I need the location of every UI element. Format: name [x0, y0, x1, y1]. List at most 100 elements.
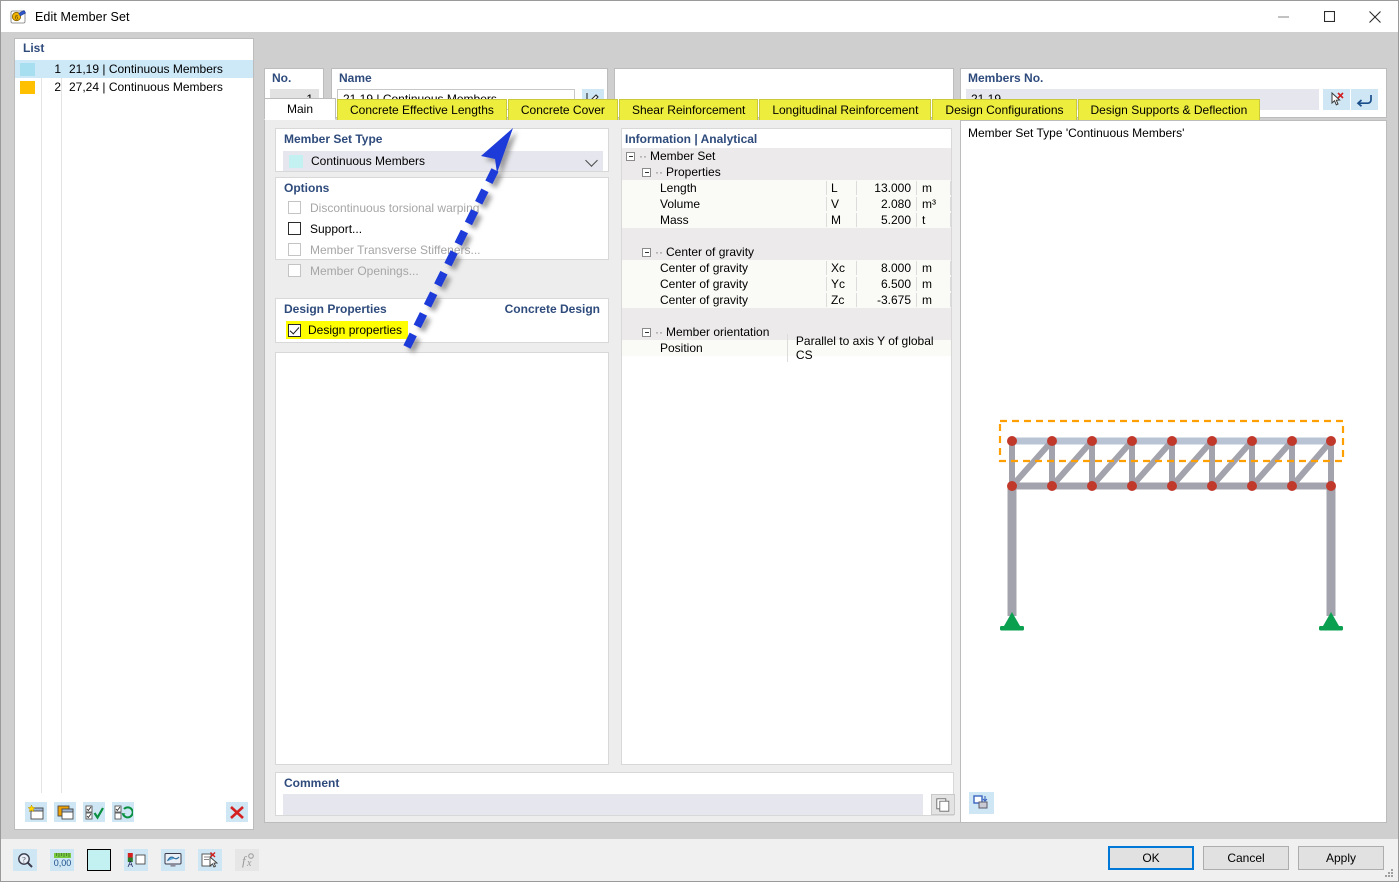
tree-row: Length L 13.000 m [622, 180, 951, 196]
comment-input[interactable] [283, 794, 923, 815]
apply-button[interactable]: Apply [1298, 846, 1384, 870]
design-properties-checkbox-label: Design properties [308, 323, 403, 337]
minimize-button[interactable] [1260, 1, 1306, 32]
title-bar: 6 Edit Member Set [1, 1, 1398, 32]
legend-icon[interactable]: A [124, 849, 148, 871]
copy-comment-icon[interactable] [931, 794, 955, 815]
list-toolbar [15, 795, 253, 829]
tree-row: Mass M 5.200 t [622, 212, 951, 228]
tree-root-row[interactable]: ·· Member Set [622, 148, 951, 164]
svg-text:?: ? [22, 856, 26, 865]
tree-row-symbol: Zc [826, 293, 856, 307]
comment-label: Comment [284, 776, 340, 790]
tree-row-value: 5.200 [856, 213, 916, 227]
view-settings-icon[interactable] [969, 792, 994, 814]
expander-icon[interactable] [642, 247, 651, 257]
members-field-label: Members No. [968, 71, 1044, 85]
ok-button[interactable]: OK [1108, 846, 1194, 870]
option-label: Discontinuous torsional warping [310, 200, 480, 215]
member-set-type-swatch [289, 154, 303, 168]
structure-preview[interactable] [962, 146, 1386, 786]
tab-shear-reinforcement[interactable]: Shear Reinforcement [618, 99, 759, 120]
checkbox-support[interactable] [288, 222, 301, 235]
list-item[interactable]: 1 21,19 | Continuous Members [15, 60, 253, 78]
tree-row-value: 2.080 [856, 197, 916, 211]
tree-row: Position Parallel to axis Y of global CS [622, 334, 951, 362]
checkbox-design-properties[interactable] [288, 323, 301, 337]
close-button[interactable] [1352, 1, 1398, 32]
tab-strip: Main Concrete Effective Lengths Concrete… [264, 98, 1387, 120]
display-icon[interactable] [161, 849, 185, 871]
tab-design-configurations[interactable]: Design Configurations [932, 99, 1077, 120]
number-field-label: No. [272, 71, 292, 85]
tree-row-symbol: M [826, 213, 856, 227]
tab-concrete-cover[interactable]: Concrete Cover [507, 99, 618, 120]
tree-group-label: Member orientation [666, 325, 770, 339]
bottom-bar: ? 0,00 A f x OK Cancel Apply [1, 838, 1398, 881]
tree-row-value: 13.000 [856, 181, 916, 195]
numeric-precision-icon[interactable]: 0,00 [50, 849, 74, 871]
new-item-icon[interactable] [25, 802, 47, 822]
tree-row: Volume V 2.080 m³ [622, 196, 951, 212]
expander-icon[interactable] [626, 151, 635, 161]
tab-longitudinal-reinforcement[interactable]: Longitudinal Reinforcement [759, 99, 932, 120]
cancel-button[interactable]: Cancel [1203, 846, 1289, 870]
window-controls [1260, 1, 1398, 32]
bottom-toolbar: ? 0,00 A f x [13, 849, 259, 871]
tree-group-center-of-gravity[interactable]: ·· Center of gravity [622, 244, 951, 260]
tab-concrete-effective-lengths[interactable]: Concrete Effective Lengths [337, 99, 507, 120]
zoom-info-icon[interactable]: ? [13, 849, 37, 871]
option-support[interactable]: Support... [276, 218, 608, 239]
color-swatch-icon[interactable] [87, 849, 111, 871]
tree-row-value: -3.675 [856, 293, 916, 307]
information-tree: ·· Member Set ·· Properties Length L 13.… [622, 148, 951, 362]
tree-row-unit: m [916, 261, 951, 275]
expander-icon[interactable] [642, 327, 651, 337]
member-set-type-dropdown[interactable]: Continuous Members [283, 151, 603, 171]
tab-main[interactable]: Main [264, 98, 337, 120]
member-set-list-panel: List 1 21,19 | Continuous Members 2 27,2… [14, 38, 254, 830]
tree-row-label: Length [660, 181, 697, 195]
tree-row-value: 8.000 [856, 261, 916, 275]
checkbox-member-transverse-stiffeners [288, 243, 301, 256]
tree-row-label: Center of gravity [660, 261, 749, 275]
list-item-label: 27,24 | Continuous Members [69, 80, 223, 94]
checkbox-member-openings [288, 264, 301, 277]
window-title: Edit Member Set [35, 9, 130, 24]
tab-design-supports-deflection[interactable]: Design Supports & Deflection [1077, 99, 1261, 120]
list-header: List [23, 41, 45, 55]
tree-row-value: 6.500 [856, 277, 916, 291]
name-field-label: Name [339, 71, 372, 85]
delete-icon[interactable] [226, 802, 248, 822]
resize-grip[interactable] [1383, 867, 1395, 879]
member-set-type-group: Member Set Type Continuous Members [275, 128, 609, 172]
list-item[interactable]: 2 27,24 | Continuous Members [15, 78, 253, 96]
clear-selection-icon[interactable] [198, 849, 222, 871]
member-set-icon: 6 [10, 8, 27, 25]
tree-row-symbol: Xc [826, 261, 856, 275]
maximize-button[interactable] [1306, 1, 1352, 32]
tree-spacer [622, 308, 951, 324]
options-group: Options Discontinuous torsional warping … [275, 177, 609, 278]
tree-group-properties[interactable]: ·· Properties [622, 164, 951, 180]
expander-icon[interactable] [642, 167, 651, 177]
list-rows: 1 21,19 | Continuous Members 2 27,24 | C… [15, 60, 253, 793]
tree-row-label: Mass [660, 213, 689, 227]
list-grid-line-2 [61, 60, 62, 793]
tree-row-symbol: Yc [826, 277, 856, 291]
invert-selection-icon[interactable] [112, 802, 134, 822]
tree-row-symbol: L [826, 181, 856, 195]
select-all-icon[interactable] [83, 802, 105, 822]
preview-panel: Member Set Type 'Continuous Members' [960, 120, 1387, 823]
design-properties-subtitle: Concrete Design [504, 302, 600, 316]
left-edge-strip [1, 63, 13, 870]
design-properties-table-area [275, 352, 609, 765]
tree-row-label: Position [660, 341, 703, 355]
tree-group-label: Properties [666, 165, 721, 179]
dialog-buttons: OK Cancel Apply [1108, 846, 1384, 870]
list-item-color-swatch [20, 62, 35, 76]
option-member-openings: Member Openings... [276, 260, 608, 281]
information-panel: Information | Analytical ·· Member Set ·… [621, 128, 952, 765]
design-properties-checkbox-row[interactable]: Design properties [286, 321, 409, 339]
copy-item-icon[interactable] [54, 802, 76, 822]
